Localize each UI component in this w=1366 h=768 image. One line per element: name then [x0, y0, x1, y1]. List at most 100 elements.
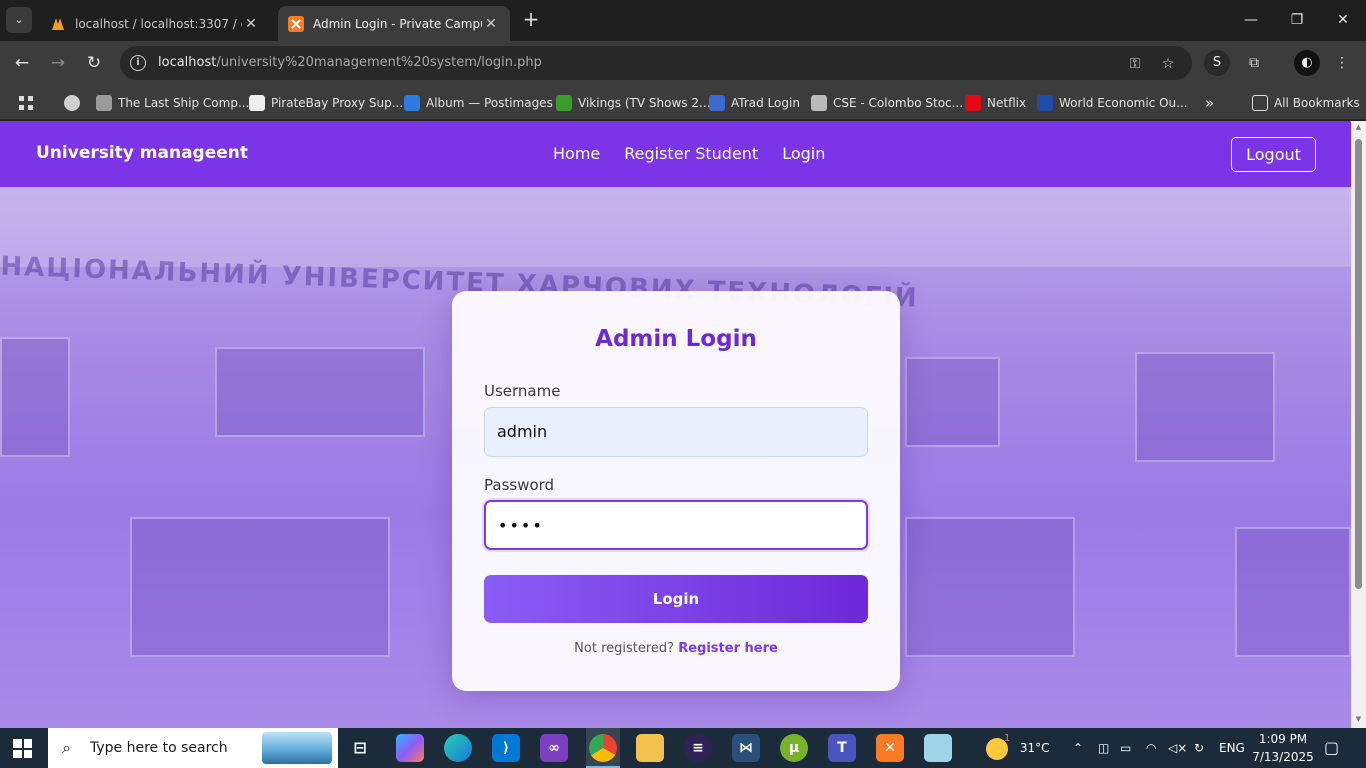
eclipse-icon[interactable]: ≡	[684, 734, 712, 762]
vscode-icon[interactable]: ⟩	[492, 734, 520, 762]
login-title: Admin Login	[595, 326, 757, 352]
bookmark-label: Album — Postimages	[426, 96, 553, 110]
taskbar-clock[interactable]: 1:09 PM 7/13/2025	[1250, 730, 1316, 766]
tab-title: Admin Login - Private Campus	[313, 16, 482, 31]
bookmark-item[interactable]: World Economic Ou...	[1037, 93, 1188, 113]
bookmark-label: PirateBay Proxy Sup...	[271, 96, 404, 110]
netflix-icon	[965, 95, 981, 111]
bookmark-label: CSE - Colombo Stoc...	[833, 96, 964, 110]
windows-start-icon[interactable]	[13, 739, 32, 758]
meet-now-icon[interactable]: ◫	[1098, 728, 1109, 768]
ship-icon	[96, 95, 112, 111]
wifi-icon[interactable]: ◠	[1146, 728, 1156, 768]
volume-icon[interactable]: ◁×	[1168, 728, 1187, 768]
browser-toolbar: ← → ↻ i localhost/university%20managemen…	[0, 41, 1366, 85]
tab-admin-login[interactable]: Admin Login - Private Campus ✕	[278, 6, 510, 41]
password-key-icon[interactable]: ⚿	[1125, 54, 1145, 74]
url-host: localhost	[158, 55, 217, 70]
nav-login[interactable]: Login	[782, 144, 825, 163]
atrad-icon	[709, 95, 725, 111]
tab-search-button[interactable]: ⌄	[6, 7, 32, 33]
minimize-icon[interactable]: —	[1228, 0, 1274, 41]
menu-kebab-icon[interactable]: ⋮	[1332, 53, 1352, 73]
wef-icon	[1037, 95, 1053, 111]
battery-icon[interactable]: ▭	[1120, 728, 1131, 768]
account-avatar[interactable]: ◐	[1294, 50, 1320, 76]
scroll-down-icon[interactable]: ▼	[1354, 715, 1363, 723]
restore-icon[interactable]: ❐	[1274, 0, 1320, 41]
chrome-icon[interactable]	[589, 734, 617, 762]
bookmark-item[interactable]: Vikings (TV Shows 2...	[556, 93, 710, 113]
logout-button[interactable]: Logout	[1231, 137, 1316, 172]
bookmark-item[interactable]: ATrad Login	[709, 93, 800, 113]
site-info-icon[interactable]: i	[130, 55, 146, 71]
tab-title: localhost / localhost:3307 / cam	[75, 16, 242, 31]
notifications-icon[interactable]: ▢	[1324, 728, 1339, 768]
bookmark-star-icon[interactable]: ☆	[1158, 54, 1178, 74]
building-window	[0, 337, 70, 457]
bookmark-item[interactable]: The Last Ship Comp...	[96, 93, 249, 113]
monitor-icon	[249, 95, 265, 111]
new-tab-button[interactable]: +	[519, 8, 543, 32]
close-tab-icon[interactable]: ✕	[482, 16, 500, 32]
username-label: Username	[484, 382, 561, 400]
file-explorer-icon[interactable]	[636, 734, 664, 762]
search-icon: ⌕	[62, 738, 71, 757]
bookmark-item[interactable]: Album — Postimages	[404, 93, 553, 113]
building-cornice	[0, 187, 1351, 267]
url-text[interactable]: localhost/university%20management%20syst…	[158, 55, 542, 70]
bookmark-label: The Last Ship Comp...	[118, 96, 250, 110]
scroll-up-icon[interactable]: ▲	[1354, 123, 1363, 131]
vikings-icon	[556, 95, 572, 111]
building-window	[1235, 527, 1351, 657]
address-bar[interactable]: i localhost/university%20management%20sy…	[120, 46, 1192, 80]
reload-icon[interactable]: ↻	[80, 49, 108, 77]
close-window-icon[interactable]: ✕	[1320, 0, 1366, 41]
mysql-workbench-icon[interactable]: ⋈	[732, 734, 760, 762]
register-link[interactable]: Register here	[678, 641, 778, 656]
bookmark-item[interactable]: PirateBay Proxy Sup...	[249, 93, 403, 113]
building-window	[905, 517, 1075, 657]
tab-phpmyadmin[interactable]: localhost / localhost:3307 / cam ✕	[40, 6, 270, 41]
site-brand[interactable]: University manageent	[36, 143, 248, 163]
forward-icon[interactable]: →	[44, 49, 72, 77]
scrollbar-thumb[interactable]	[1355, 139, 1362, 589]
weather-widget[interactable]: 1 31°C	[986, 728, 1049, 768]
register-prompt-text: Not registered?	[574, 641, 675, 656]
notes-app-icon[interactable]	[924, 734, 952, 762]
visual-studio-icon[interactable]: ∞	[540, 734, 568, 762]
extensions-icon[interactable]: ⧉	[1244, 53, 1264, 73]
apps-grid-icon[interactable]	[18, 93, 34, 113]
task-view-icon[interactable]: ⊟	[346, 734, 374, 762]
taskbar-search[interactable]: ⌕ Type here to search	[48, 728, 338, 768]
xampp-taskbar-icon[interactable]: ✕	[876, 734, 904, 762]
language-indicator[interactable]: ENG	[1219, 728, 1245, 768]
building-window	[130, 517, 390, 657]
building-window	[1135, 352, 1275, 462]
profile-avatar[interactable]: S	[1204, 50, 1230, 76]
url-path: /university%20management%20system/login.…	[216, 55, 542, 70]
edge-icon[interactable]	[444, 734, 472, 762]
utorrent-icon[interactable]: µ	[780, 734, 808, 762]
clock-date: 7/13/2025	[1252, 750, 1314, 764]
login-button[interactable]: Login	[484, 575, 868, 623]
back-icon[interactable]: ←	[8, 49, 36, 77]
globe-icon[interactable]	[64, 93, 86, 113]
page-scrollbar[interactable]: ▲ ▼	[1351, 121, 1366, 728]
tray-chevron-icon[interactable]: ⌃	[1073, 728, 1083, 768]
onedrive-sync-icon[interactable]: ↻	[1194, 728, 1204, 768]
page-viewport: University manageent Home Register Stude…	[0, 121, 1351, 728]
all-bookmarks[interactable]: All Bookmarks	[1252, 93, 1360, 113]
password-label: Password	[484, 476, 555, 494]
username-input[interactable]: admin	[484, 407, 868, 457]
nav-home[interactable]: Home	[553, 144, 600, 163]
nav-register-student[interactable]: Register Student	[624, 144, 758, 163]
teams-icon[interactable]: T	[828, 734, 856, 762]
copilot-icon[interactable]	[396, 734, 424, 762]
password-input[interactable]: ••••	[484, 500, 868, 550]
close-tab-icon[interactable]: ✕	[242, 16, 260, 32]
bookmark-item[interactable]: CSE - Colombo Stoc...	[811, 93, 963, 113]
bookmark-item[interactable]: Netflix	[965, 93, 1026, 113]
search-placeholder: Type here to search	[90, 740, 228, 756]
bookmarks-overflow-icon[interactable]: »	[1205, 93, 1214, 113]
